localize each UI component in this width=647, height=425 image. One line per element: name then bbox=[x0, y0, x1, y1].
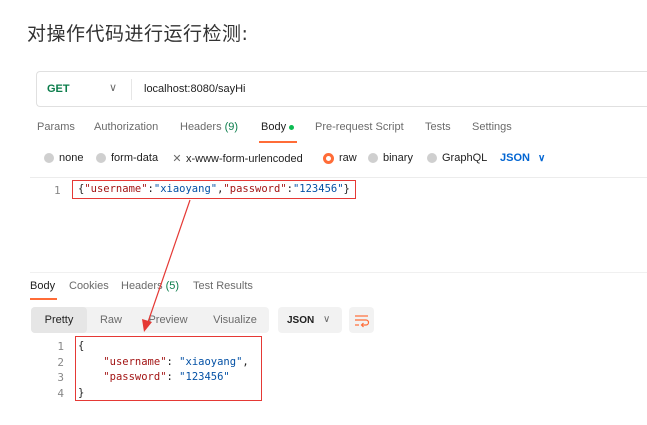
radio-button-icon bbox=[368, 153, 378, 163]
tab-headers-count: (9) bbox=[224, 121, 239, 133]
request-url-bar: GET ∨ localhost:8080/sayHi bbox=[36, 71, 647, 107]
highlight-box-response bbox=[75, 336, 262, 401]
line-number: 4 bbox=[57, 386, 64, 400]
radio-x-www-form-urlencoded[interactable]: ✕ x-www-form-urlencoded bbox=[172, 152, 303, 166]
close-icon: ✕ bbox=[172, 153, 182, 165]
radio-raw-label: raw bbox=[339, 152, 357, 164]
radio-button-icon bbox=[96, 153, 106, 163]
tab-response-body[interactable]: Body bbox=[30, 280, 55, 292]
radio-form-data[interactable]: form-data bbox=[96, 152, 158, 164]
line-number: 1 bbox=[54, 184, 61, 197]
divider bbox=[30, 272, 647, 273]
body-format-select[interactable]: JSON ∨ bbox=[500, 152, 545, 164]
view-raw-button[interactable]: Raw bbox=[87, 307, 135, 333]
radio-graphql-label: GraphQL bbox=[442, 152, 488, 164]
url-input[interactable]: localhost:8080/sayHi bbox=[144, 83, 246, 95]
page-heading: 对操作代码进行运行检测: bbox=[27, 23, 249, 45]
tab-authorization[interactable]: Authorization bbox=[94, 121, 158, 133]
radio-urlencoded-label: x-www-form-urlencoded bbox=[186, 152, 303, 165]
tab-settings[interactable]: Settings bbox=[472, 121, 512, 133]
active-tab-underline bbox=[259, 141, 297, 143]
divider bbox=[131, 79, 132, 100]
line-number: 1 bbox=[57, 340, 64, 353]
body-format-label: JSON bbox=[500, 152, 530, 164]
line-number: 2 bbox=[57, 355, 64, 369]
tab-body-label: Body bbox=[261, 121, 287, 133]
radio-form-data-label: form-data bbox=[111, 152, 159, 164]
tab-cookies[interactable]: Cookies bbox=[69, 280, 109, 292]
chevron-down-icon: ∨ bbox=[323, 314, 331, 325]
highlight-box-request bbox=[72, 180, 356, 199]
radio-button-icon bbox=[44, 153, 54, 163]
body-indicator-dot bbox=[289, 124, 295, 130]
view-preview-button[interactable]: Preview bbox=[135, 307, 201, 333]
tab-pre-request-script[interactable]: Pre-request Script bbox=[315, 121, 404, 133]
radio-binary-label: binary bbox=[383, 152, 413, 164]
response-format-label: JSON bbox=[287, 315, 315, 326]
tab-headers-label: Headers bbox=[180, 121, 222, 133]
active-tab-underline bbox=[30, 298, 57, 300]
tab-response-headers[interactable]: Headers (5) bbox=[121, 280, 179, 292]
radio-selected-icon bbox=[323, 152, 334, 164]
radio-binary[interactable]: binary bbox=[368, 152, 413, 164]
radio-none-label: none bbox=[59, 152, 84, 164]
view-mode-segmented: Pretty Raw Preview Visualize bbox=[31, 307, 269, 333]
tab-tests[interactable]: Tests bbox=[425, 121, 451, 133]
line-number: 3 bbox=[57, 371, 64, 384]
radio-raw[interactable]: raw bbox=[323, 152, 357, 164]
wrap-lines-button[interactable] bbox=[349, 307, 374, 333]
view-visualize-button[interactable]: Visualize bbox=[201, 307, 269, 333]
wrap-lines-icon bbox=[355, 315, 370, 328]
tab-params[interactable]: Params bbox=[37, 121, 75, 133]
view-pretty-button[interactable]: Pretty bbox=[31, 307, 87, 333]
chevron-down-icon[interactable]: ∨ bbox=[109, 81, 117, 94]
response-format-select[interactable]: JSON ∨ bbox=[278, 307, 342, 333]
response-line-numbers: 1 2 3 4 bbox=[54, 339, 64, 401]
tab-test-results[interactable]: Test Results bbox=[193, 280, 253, 292]
radio-none[interactable]: none bbox=[44, 152, 83, 164]
radio-button-icon bbox=[427, 153, 437, 163]
tab-response-headers-count: (5) bbox=[165, 280, 180, 292]
radio-graphql[interactable]: GraphQL bbox=[427, 152, 487, 164]
method-select[interactable]: GET bbox=[47, 83, 70, 95]
tab-body[interactable]: Body bbox=[261, 121, 295, 133]
chevron-down-icon: ∨ bbox=[537, 152, 546, 164]
tab-response-headers-label: Headers bbox=[121, 280, 163, 292]
tab-headers[interactable]: Headers (9) bbox=[180, 121, 238, 133]
